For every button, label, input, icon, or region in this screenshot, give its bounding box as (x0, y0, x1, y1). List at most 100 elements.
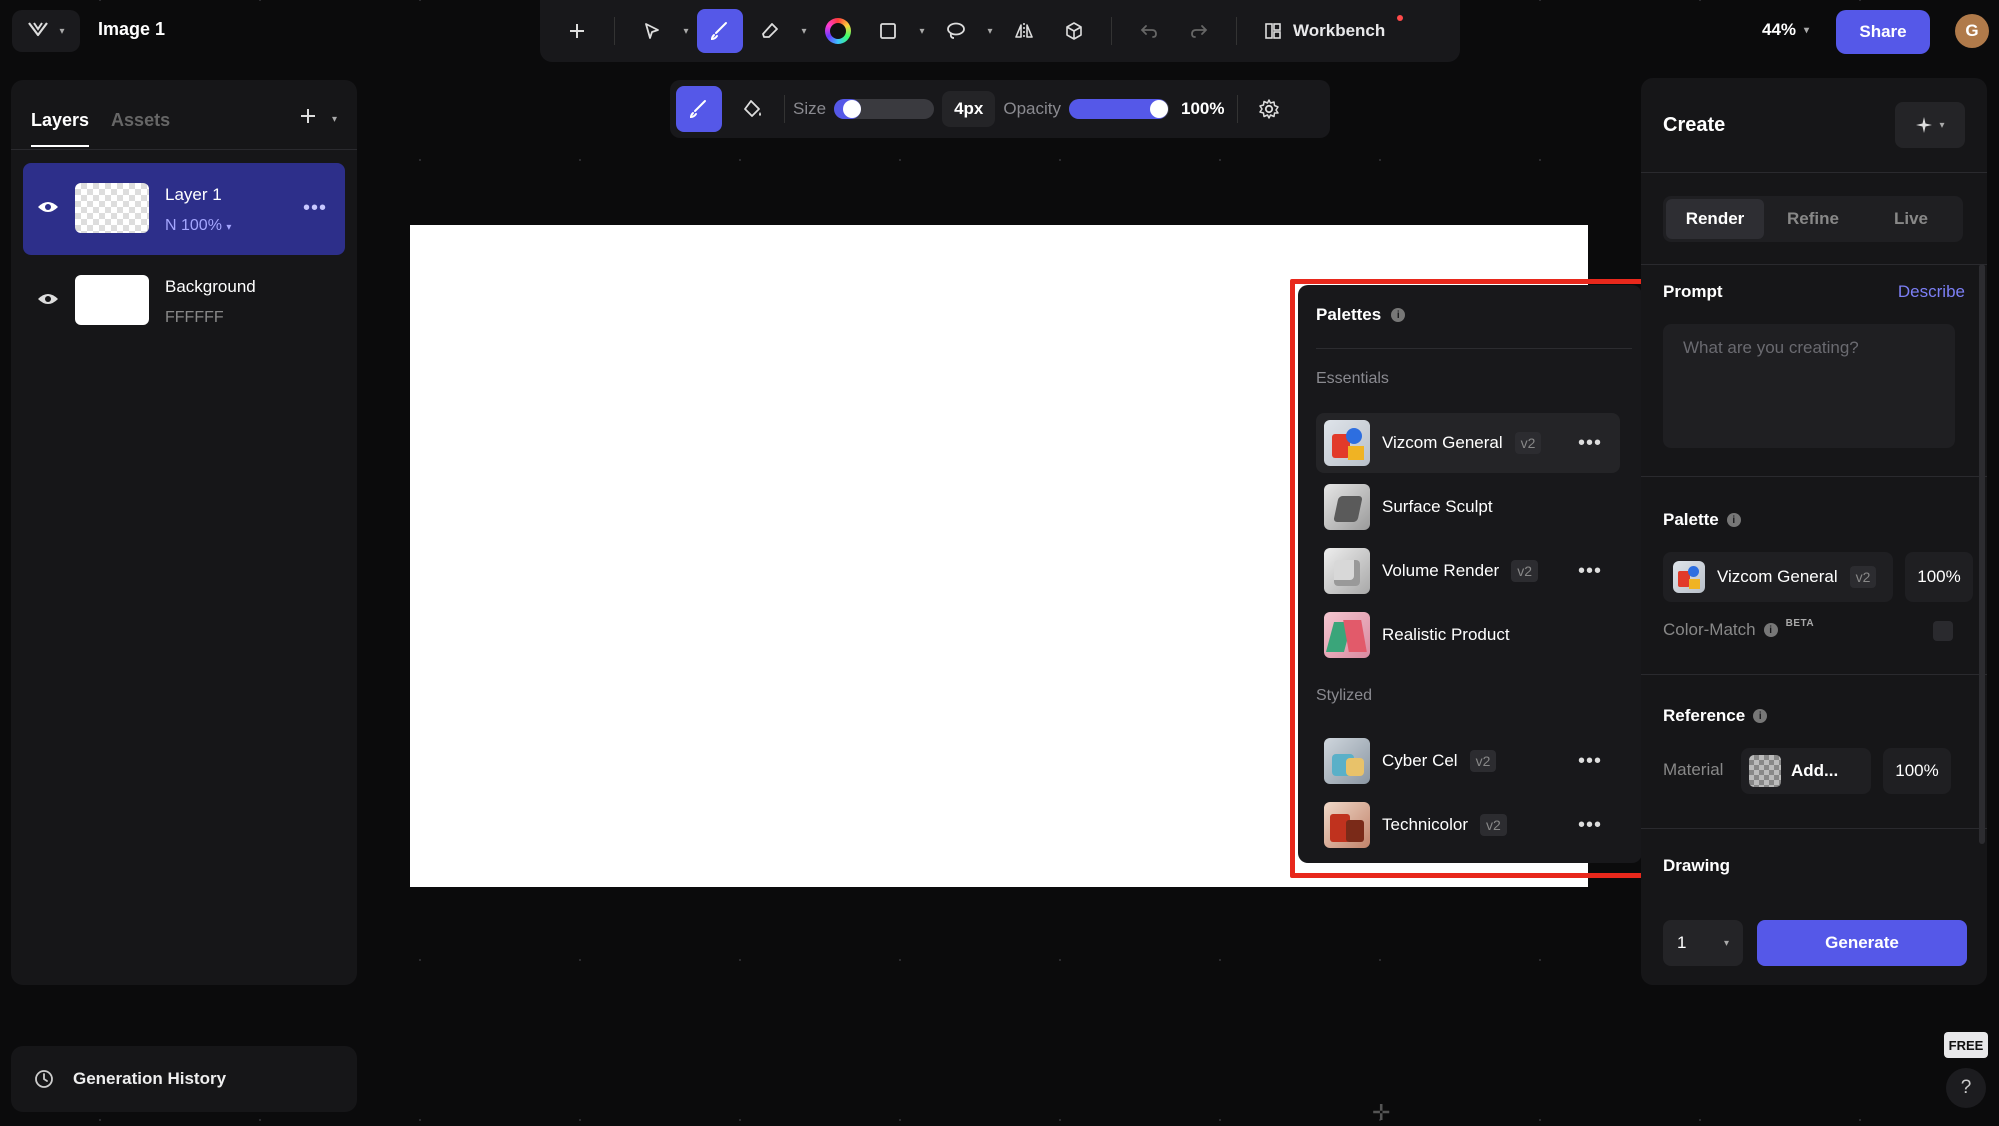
eraser-tool-button[interactable] (747, 9, 793, 53)
material-label: Material (1663, 760, 1724, 779)
generation-history-button[interactable]: Generation History (11, 1046, 357, 1112)
add-material-button[interactable]: Add... (1741, 748, 1871, 794)
eraser-icon (762, 23, 778, 38)
redo-icon (1191, 25, 1208, 38)
eye-icon[interactable] (37, 199, 59, 220)
output-count-select[interactable]: 1 ▾ (1663, 920, 1743, 966)
paint-bucket-icon (744, 100, 761, 117)
sparkle-icon (1916, 117, 1933, 133)
brushbar-divider (784, 95, 785, 123)
layer-thumbnail (75, 183, 149, 233)
size-value[interactable]: 4px (942, 91, 996, 127)
eye-icon[interactable] (37, 291, 59, 312)
redo-button[interactable] (1176, 9, 1222, 53)
crosshair-icon: ✛ (1372, 1100, 1391, 1125)
gear-icon (1258, 99, 1279, 119)
layer-row-layer-1[interactable]: Layer 1 N 100% ▾ ••• (23, 163, 345, 255)
lasso-icon (947, 22, 965, 39)
toolbar-divider (1236, 17, 1237, 45)
info-icon[interactable]: i (1726, 513, 1741, 527)
chevron-down-icon: ▾ (59, 25, 65, 37)
brush-settings-button[interactable] (1246, 86, 1292, 132)
share-button[interactable]: Share (1836, 10, 1930, 54)
chevron-down-icon[interactable]: ▾ (915, 26, 929, 37)
panel-scrollbar[interactable] (1979, 264, 1985, 844)
output-count-value: 1 (1677, 933, 1687, 952)
history-icon (35, 1070, 53, 1088)
add-layer-button[interactable] (298, 106, 318, 132)
brush-icon (710, 22, 727, 41)
palette-thumbnail (1673, 561, 1705, 593)
app-menu-button[interactable]: ▾ (12, 10, 80, 52)
opacity-value[interactable]: 100% (1177, 99, 1228, 119)
chevron-down-icon: ▾ (1939, 119, 1945, 131)
color-match-checkbox[interactable] (1933, 621, 1953, 641)
ai-actions-button[interactable]: ▾ (1895, 102, 1965, 148)
color-match-row: Color-Match i BETA (1663, 617, 1815, 640)
prompt-input[interactable] (1663, 324, 1955, 448)
material-thumbnail (1749, 755, 1781, 787)
document-title[interactable]: Image 1 (98, 19, 165, 40)
describe-link[interactable]: Describe (1898, 282, 1965, 302)
cube-icon (1066, 22, 1082, 40)
beta-badge: BETA (1785, 617, 1815, 629)
plus-icon (300, 109, 315, 123)
toolbar-divider (614, 17, 615, 45)
layers-divider (11, 149, 357, 150)
chevron-down-icon[interactable]: ▾ (332, 114, 337, 125)
fill-mode-button[interactable] (730, 86, 776, 132)
palette-strength-input[interactable]: 100% (1905, 552, 1973, 602)
brush-mode-button[interactable] (676, 86, 722, 132)
opacity-slider[interactable] (1069, 99, 1170, 119)
user-avatar[interactable]: G (1955, 14, 1989, 48)
layers-panel: Layers Assets ▾ Layer 1 N 100% ▾ ••• Bac… (11, 80, 357, 985)
layer-blend-opacity-text: N 100% (165, 217, 222, 234)
material-strength-input[interactable]: 100% (1883, 748, 1951, 794)
create-panel: Create ▾ Render Refine Live Prompt Descr… (1641, 78, 1987, 985)
layer-blend-opacity[interactable]: N 100% ▾ (165, 217, 231, 235)
opacity-slider-knob[interactable] (1150, 100, 1169, 118)
palette-heading: Palette i (1663, 510, 1741, 530)
lasso-tool-button[interactable] (933, 9, 979, 53)
drawing-heading: Drawing (1663, 856, 1731, 875)
zoom-control[interactable]: 44% ▾ (1762, 20, 1809, 40)
select-tool-button[interactable] (629, 9, 675, 53)
cursor-icon (645, 23, 659, 39)
info-icon[interactable]: i (1763, 623, 1778, 637)
tab-layers[interactable]: Layers (31, 110, 90, 147)
toolbar-divider (1111, 17, 1112, 45)
chevron-down-icon[interactable]: ▾ (983, 26, 997, 37)
generate-button[interactable]: Generate (1757, 920, 1967, 966)
chevron-down-icon[interactable]: ▾ (797, 26, 811, 37)
panel-divider (1641, 674, 1987, 675)
size-slider[interactable] (834, 99, 935, 119)
shape-tool-button[interactable] (865, 9, 911, 53)
plan-badge: FREE (1944, 1032, 1988, 1058)
chevron-down-icon[interactable]: ▾ (679, 26, 693, 37)
layer-name: Layer 1 (165, 185, 222, 204)
reference-heading-text: Reference (1663, 706, 1746, 725)
brush-tool-button[interactable] (697, 9, 743, 53)
tab-live[interactable]: Live (1862, 199, 1960, 239)
palette-selector[interactable]: Vizcom General v2 (1663, 552, 1893, 602)
add-tool-button[interactable] (554, 9, 600, 53)
help-button[interactable]: ? (1946, 1068, 1986, 1108)
undo-button[interactable] (1126, 9, 1172, 53)
layers-panel-tabs: Layers Assets (31, 110, 170, 147)
panel-divider (1641, 264, 1987, 265)
mirror-tool-button[interactable] (1001, 9, 1047, 53)
tab-render[interactable]: Render (1666, 199, 1764, 239)
highlight-box (1290, 279, 1648, 878)
tab-assets[interactable]: Assets (111, 110, 170, 147)
info-icon[interactable]: i (1753, 709, 1768, 723)
more-options-icon[interactable]: ••• (303, 197, 327, 220)
tab-refine[interactable]: Refine (1764, 199, 1862, 239)
color-picker-button[interactable] (815, 9, 861, 53)
3d-tool-button[interactable] (1051, 9, 1097, 53)
workbench-button[interactable]: Workbench (1251, 9, 1404, 53)
prompt-label: Prompt (1663, 282, 1723, 301)
create-title: Create (1663, 114, 1726, 136)
size-slider-knob[interactable] (843, 100, 862, 118)
undo-icon (1140, 25, 1157, 38)
layer-row-background[interactable]: Background FFFFFF (23, 255, 345, 347)
